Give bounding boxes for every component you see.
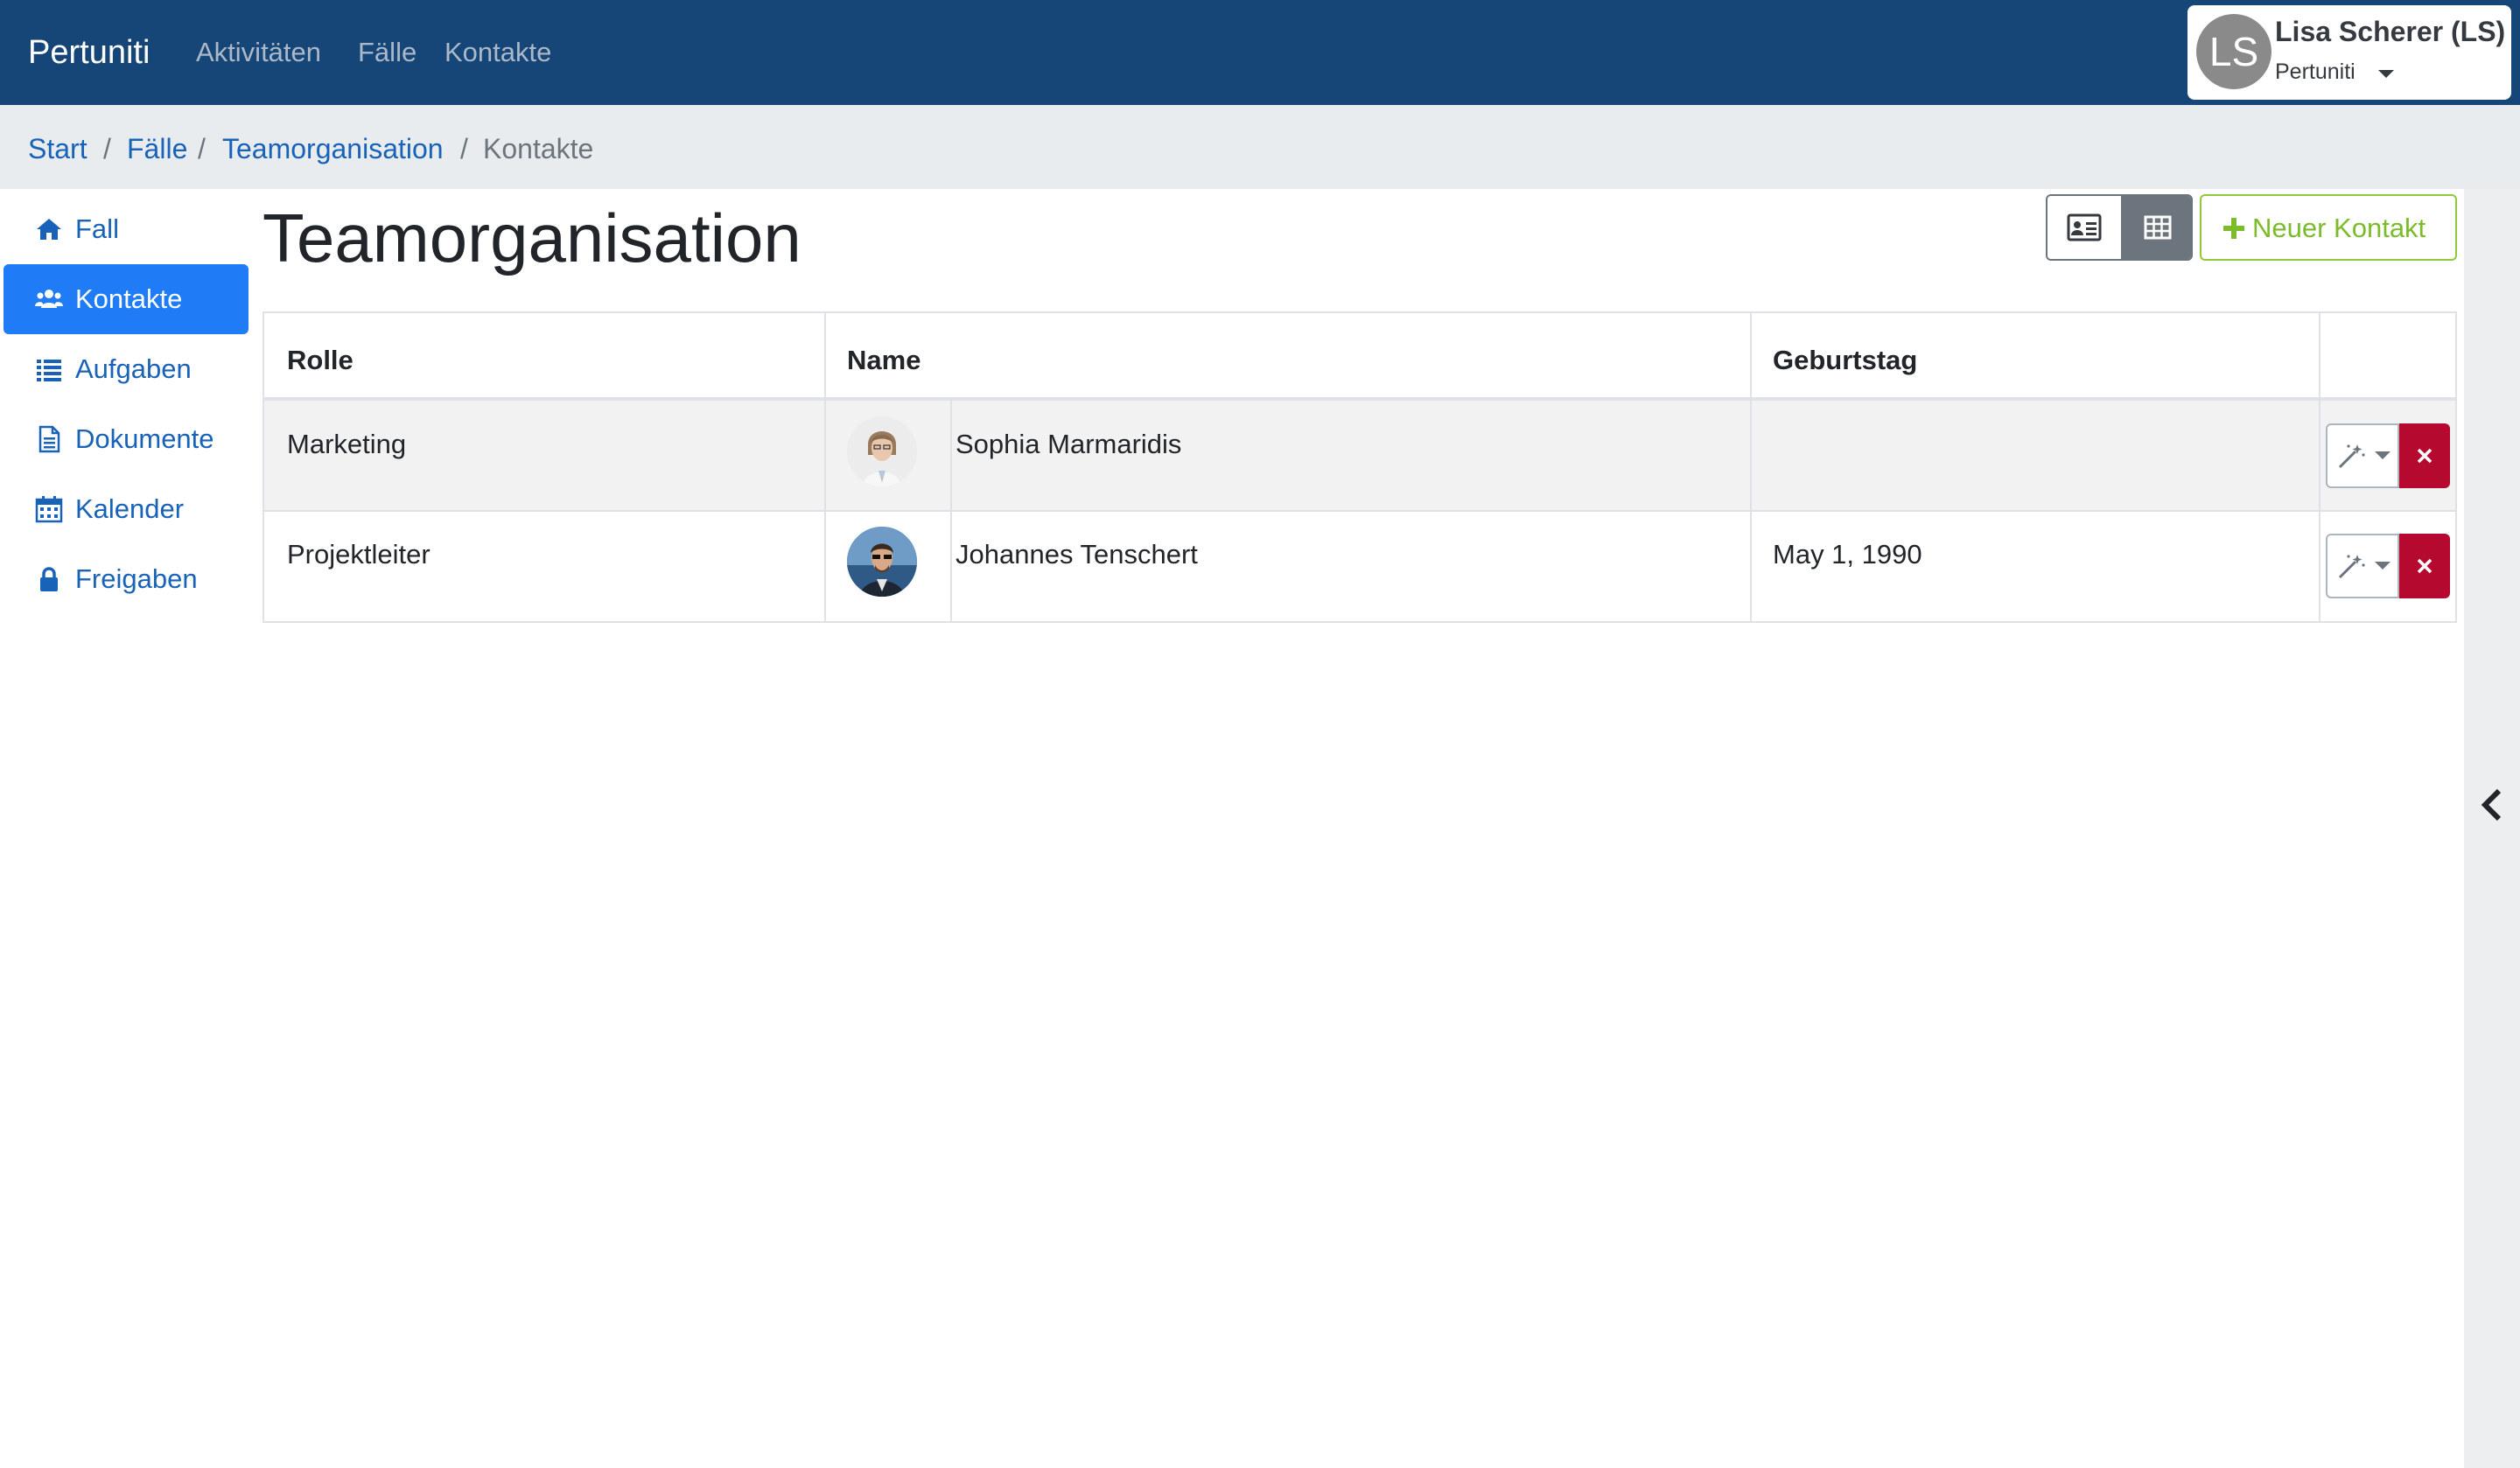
chevron-down-icon bbox=[2378, 70, 2394, 78]
plus-icon bbox=[2223, 218, 2244, 239]
header-divider bbox=[264, 397, 2455, 401]
breadcrumb-separator: / bbox=[198, 133, 206, 164]
row-actions bbox=[2326, 534, 2450, 598]
close-icon bbox=[2417, 448, 2432, 464]
home-icon bbox=[37, 219, 61, 240]
chevron-left-icon[interactable] bbox=[2478, 787, 2506, 822]
table-row[interactable]: Projektleiter Johannes Tenschert May 1, … bbox=[264, 511, 2455, 621]
close-icon bbox=[2417, 558, 2432, 574]
cell-name[interactable]: Sophia Marmaridis bbox=[956, 427, 1181, 462]
user-avatar: LS bbox=[2196, 14, 2272, 89]
user-organization: Pertuniti bbox=[2275, 59, 2356, 84]
magic-wand-icon bbox=[2338, 555, 2365, 579]
top-navbar: Pertuniti Aktivitäten Fälle Kontakte LS … bbox=[0, 0, 2520, 105]
chevron-down-icon bbox=[2375, 451, 2390, 459]
view-toggle-group bbox=[2046, 194, 2193, 261]
cell-role: Projektleiter bbox=[287, 539, 430, 570]
column-header-name[interactable]: Name bbox=[847, 343, 920, 378]
brand-logo[interactable]: Pertuniti bbox=[28, 30, 150, 75]
breadcrumb-separator: / bbox=[460, 133, 468, 164]
contact-photo bbox=[847, 527, 917, 597]
edit-dropdown-button[interactable] bbox=[2326, 534, 2399, 598]
address-card-icon bbox=[2067, 213, 2102, 241]
sidebar-item-freigaben[interactable]: Freigaben bbox=[4, 544, 248, 614]
user-name: Lisa Scherer (LS) bbox=[2275, 16, 2506, 47]
breadcrumb-separator: / bbox=[103, 133, 111, 164]
breadcrumb: Start / Fälle / Teamorganisation / Konta… bbox=[0, 105, 2520, 189]
nav-link-kontakte[interactable]: Kontakte bbox=[444, 33, 551, 72]
breadcrumb-start[interactable]: Start bbox=[28, 131, 88, 166]
sidebar-item-label: Kalender bbox=[75, 493, 185, 524]
sidebar-item-aufgaben[interactable]: Aufgaben bbox=[4, 334, 248, 404]
magic-wand-icon bbox=[2338, 444, 2365, 469]
user-menu[interactable]: LS Lisa Scherer (LS) Pertuniti bbox=[2188, 5, 2511, 100]
column-divider bbox=[950, 401, 952, 621]
sidebar-item-label: Aufgaben bbox=[75, 353, 192, 384]
column-header-geburtstag[interactable]: Geburtstag bbox=[1773, 343, 1917, 378]
contacts-table: Rolle Name Geburtstag Marketing Sophia M… bbox=[262, 311, 2457, 623]
calendar-icon bbox=[35, 496, 63, 523]
table-icon bbox=[2144, 215, 2172, 240]
chevron-down-icon bbox=[2375, 562, 2390, 570]
cell-name[interactable]: Johannes Tenschert bbox=[956, 537, 1198, 572]
table-row[interactable]: Marketing Sophia Marmaridis bbox=[264, 401, 2455, 511]
sidebar-item-kontakte[interactable]: Kontakte bbox=[4, 264, 248, 334]
sidebar-item-fall[interactable]: Fall bbox=[4, 194, 248, 264]
column-header-rolle[interactable]: Rolle bbox=[287, 343, 354, 378]
breadcrumb-kontakte: Kontakte bbox=[483, 133, 594, 164]
table-view-button[interactable] bbox=[2121, 196, 2191, 259]
sidebar-item-dokumente[interactable]: Dokumente bbox=[4, 404, 248, 474]
nav-link-aktivitaeten[interactable]: Aktivitäten bbox=[196, 33, 321, 72]
document-icon bbox=[38, 425, 60, 453]
new-contact-button[interactable]: Neuer Kontakt bbox=[2200, 194, 2457, 261]
new-contact-label: Neuer Kontakt bbox=[2252, 213, 2426, 243]
sidebar-item-label: Kontakte bbox=[75, 283, 183, 314]
nav-link-faelle[interactable]: Fälle bbox=[358, 33, 416, 72]
sidebar-item-label: Freigaben bbox=[75, 563, 198, 594]
delete-button[interactable] bbox=[2399, 423, 2450, 488]
column-divider bbox=[2319, 313, 2320, 621]
breadcrumb-teamorganisation[interactable]: Teamorganisation bbox=[222, 131, 444, 166]
sidebar-item-label: Dokumente bbox=[75, 423, 214, 454]
edit-dropdown-button[interactable] bbox=[2326, 423, 2399, 488]
row-divider bbox=[264, 510, 2455, 512]
users-icon bbox=[35, 290, 63, 308]
row-actions bbox=[2326, 423, 2450, 488]
contact-photo bbox=[847, 416, 917, 486]
column-divider bbox=[824, 313, 826, 621]
breadcrumb-faelle[interactable]: Fälle bbox=[127, 131, 187, 166]
page-title: Teamorganisation bbox=[262, 199, 802, 276]
sidebar-item-label: Fall bbox=[75, 213, 119, 244]
card-view-button[interactable] bbox=[2048, 196, 2121, 259]
right-side-panel bbox=[2464, 189, 2520, 1468]
cell-role: Marketing bbox=[287, 429, 407, 459]
list-icon bbox=[37, 360, 61, 381]
cell-birthday: May 1, 1990 bbox=[1773, 539, 1922, 570]
lock-icon bbox=[40, 567, 58, 591]
delete-button[interactable] bbox=[2399, 534, 2450, 598]
column-divider bbox=[1750, 313, 1752, 621]
sidebar-item-kalender[interactable]: Kalender bbox=[4, 474, 248, 544]
